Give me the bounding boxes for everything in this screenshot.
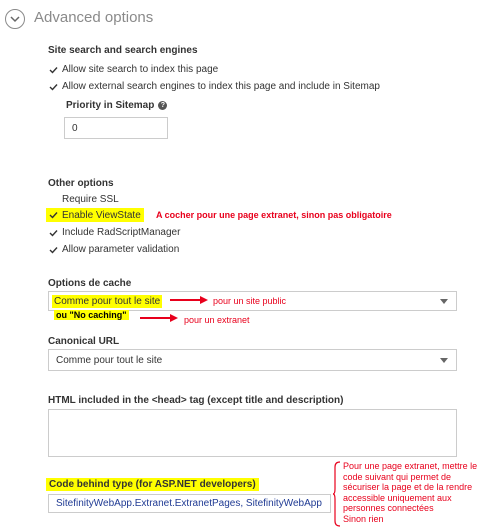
cache-selected-value: Comme pour tout le site bbox=[52, 294, 163, 308]
arrow-right-icon bbox=[170, 296, 208, 304]
checkbox-label: Allow parameter validation bbox=[62, 244, 180, 255]
section-title: Advanced options bbox=[34, 9, 154, 26]
checkmark-icon bbox=[48, 81, 59, 92]
checkmark-icon bbox=[48, 64, 59, 75]
annotation-line: personnes connectées bbox=[343, 503, 434, 514]
checkbox-allow-site-search[interactable]: Allow site search to index this page bbox=[48, 64, 218, 75]
priority-input[interactable]: 0 bbox=[64, 117, 168, 139]
cache-no-caching-annotation: ou "No caching" bbox=[54, 310, 129, 320]
checkbox-label: Require SSL bbox=[62, 194, 119, 205]
checkbox-label: Enable ViewState bbox=[62, 209, 141, 221]
other-options-heading: Other options bbox=[48, 178, 114, 189]
checkbox-require-ssl[interactable]: Require SSL bbox=[48, 194, 119, 205]
html-head-textarea[interactable] bbox=[48, 409, 457, 457]
checkbox-label: Allow external search engines to index t… bbox=[62, 81, 380, 92]
chevron-down-icon bbox=[440, 358, 448, 363]
annotation-line: sécuriser la page et de la rendre bbox=[343, 482, 473, 493]
chevron-down-icon bbox=[10, 10, 20, 28]
cache-extranet-annotation: pour un extranet bbox=[184, 315, 250, 325]
annotation-line: code suivant qui permet de bbox=[343, 471, 452, 482]
priority-label-text: Priority in Sitemap bbox=[66, 100, 155, 111]
checkbox-label: Allow site search to index this page bbox=[62, 64, 219, 75]
chevron-down-icon bbox=[440, 299, 448, 304]
checkbox-enable-viewstate[interactable]: Enable ViewState bbox=[46, 208, 144, 222]
priority-label: Priority in Sitemap ? bbox=[66, 100, 168, 111]
viewstate-annotation: A cocher pour une page extranet, sinon p… bbox=[156, 210, 392, 220]
checkmark-icon bbox=[48, 227, 59, 238]
unchecked-box-icon bbox=[48, 194, 59, 205]
code-behind-heading: Code behind type (for ASP.NET developers… bbox=[46, 478, 259, 491]
code-behind-input[interactable]: SitefinityWebApp.Extranet.ExtranetPages,… bbox=[48, 494, 331, 513]
annotation-line: accessible uniquement aux bbox=[343, 492, 452, 503]
collapse-toggle-button[interactable] bbox=[5, 9, 25, 29]
checkbox-include-radscriptmanager[interactable]: Include RadScriptManager bbox=[48, 227, 180, 238]
checkmark-icon bbox=[48, 210, 59, 221]
canonical-selected-value: Comme pour tout le site bbox=[56, 354, 163, 366]
code-behind-annotation: Pour une page extranet, mettre le code s… bbox=[343, 461, 483, 525]
cache-heading: Options de cache bbox=[48, 278, 132, 289]
canonical-heading: Canonical URL bbox=[48, 336, 120, 347]
canonical-select[interactable]: Comme pour tout le site bbox=[48, 349, 457, 371]
help-icon[interactable]: ? bbox=[158, 101, 168, 110]
checkmark-icon bbox=[48, 244, 59, 255]
annotation-line: Pour une page extranet, mettre le bbox=[343, 461, 478, 471]
bracket-icon bbox=[333, 461, 341, 527]
arrow-right-icon bbox=[140, 314, 178, 322]
cache-public-annotation: pour un site public bbox=[213, 296, 287, 306]
site-search-heading: Site search and search engines bbox=[48, 45, 198, 56]
annotation-line: Sinon rien bbox=[343, 513, 384, 524]
html-head-heading: HTML included in the <head> tag (except … bbox=[48, 395, 344, 406]
checkbox-label: Include RadScriptManager bbox=[62, 227, 181, 238]
checkbox-allow-external-search[interactable]: Allow external search engines to index t… bbox=[48, 81, 380, 92]
checkbox-allow-parameter-validation[interactable]: Allow parameter validation bbox=[48, 244, 179, 255]
